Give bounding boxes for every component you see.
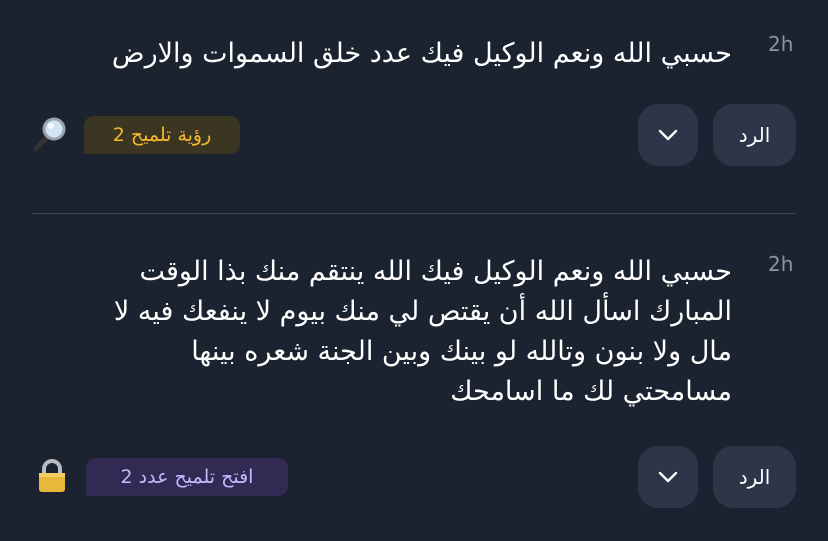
- post-text-line: حسبي الله ونعم الوكيل فيك الله ينتقم منك…: [139, 256, 732, 287]
- post-timestamp: 2h: [768, 32, 794, 56]
- unlock-hint-button[interactable]: افتح تلميح عدد 2: [86, 458, 288, 496]
- post-divider: [32, 213, 796, 214]
- more-options-button[interactable]: [638, 446, 698, 508]
- reply-button[interactable]: الرد: [713, 446, 796, 508]
- post-text: حسبي الله ونعم الوكيل فيك الله ينتقم منك…: [114, 252, 732, 412]
- post-text-line: مسامحتي لك ما اسامحك: [450, 376, 732, 407]
- hint-label: افتح تلميح عدد 2: [120, 466, 254, 488]
- hint-label: رؤية تلميح 2: [112, 124, 212, 146]
- reply-button[interactable]: الرد: [713, 104, 796, 166]
- lock-icon: [39, 459, 65, 492]
- chevron-down-icon: [658, 471, 678, 483]
- view-hint-button[interactable]: رؤية تلميح 2: [84, 116, 240, 154]
- post-timestamp: 2h: [768, 252, 794, 276]
- post-text-line: المبارك اسأل الله أن يقتص لي منك بيوم لا…: [113, 296, 732, 327]
- reply-button-label: الرد: [738, 465, 771, 489]
- chevron-down-icon: [658, 129, 678, 141]
- reply-button-label: الرد: [738, 123, 771, 147]
- post-text-line: مال ولا بنون وتالله لو بينك وبين الجنة ش…: [191, 336, 732, 367]
- more-options-button[interactable]: [638, 104, 698, 166]
- post-text: حسبي الله ونعم الوكيل فيك عدد خلق السموا…: [111, 38, 732, 69]
- magnifying-glass-icon: [33, 117, 66, 152]
